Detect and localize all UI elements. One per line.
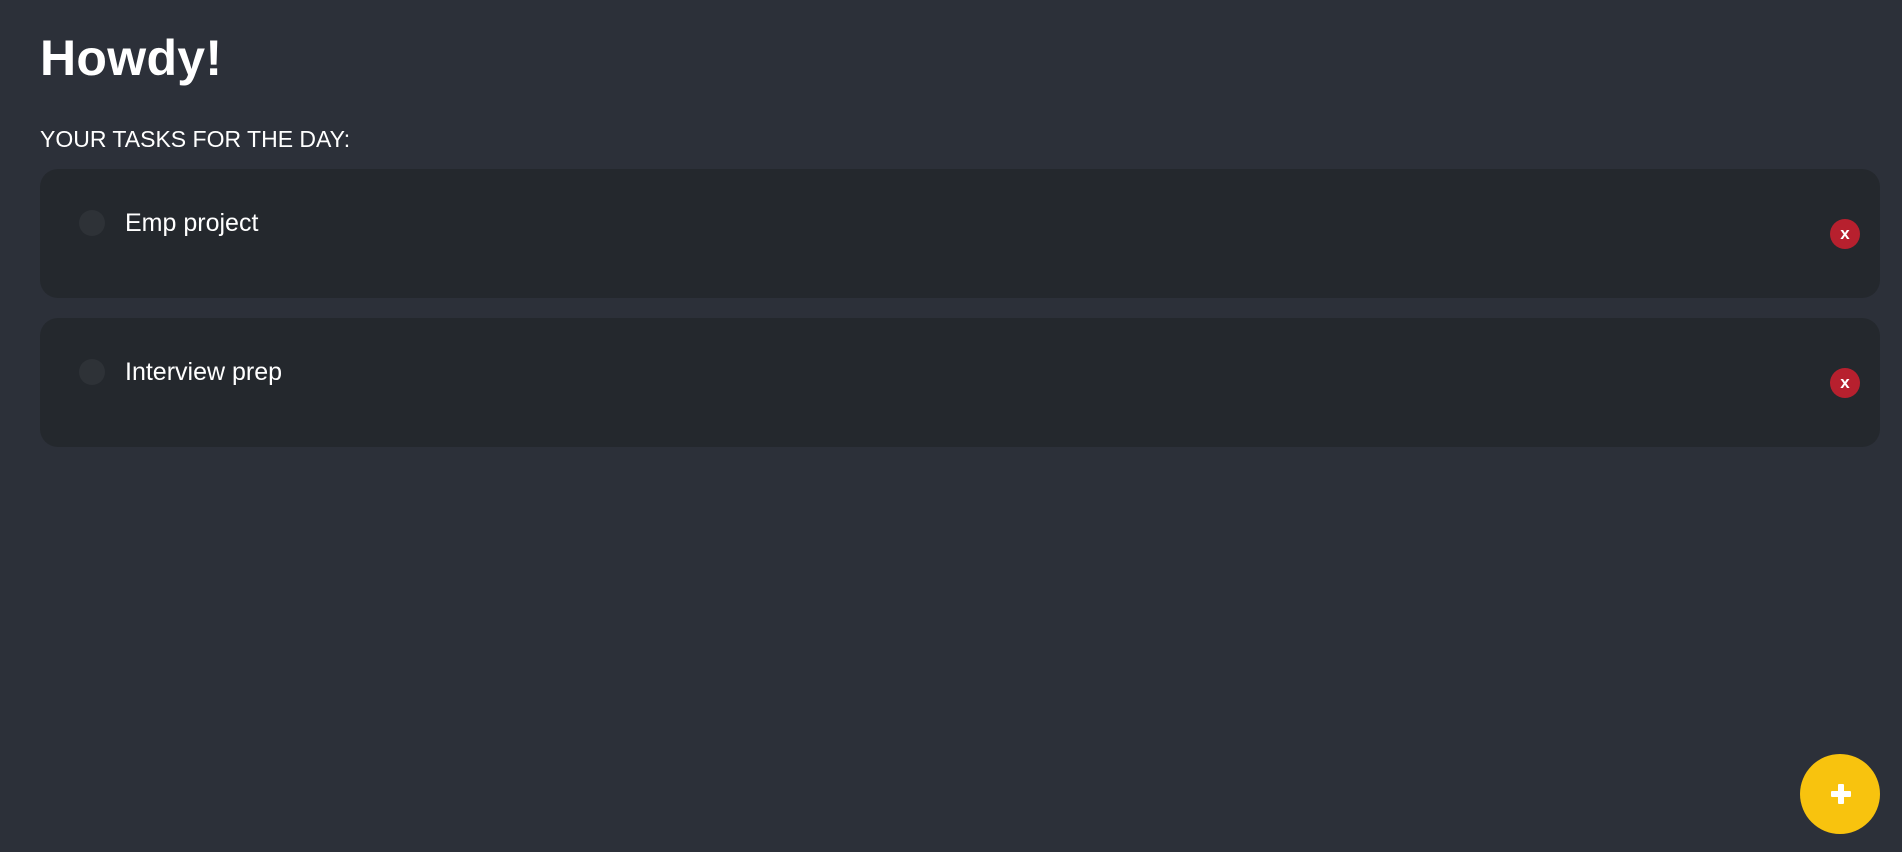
tasks-section-title: YOUR TASKS FOR THE DAY: [40,126,351,152]
task-card: Emp project x [40,169,1880,298]
task-checkbox[interactable] [79,210,105,236]
page: Howdy! YOUR TASKS FOR THE DAY: Emp proje… [0,0,1902,852]
greeting-heading: Howdy! [40,30,223,86]
task-label: Emp project [125,209,259,237]
delete-task-button[interactable]: x [1830,219,1860,249]
task-list: Emp project x Interview prep x [40,169,1880,447]
task-card: Interview prep x [40,318,1880,447]
add-task-button[interactable] [1800,754,1880,834]
task-checkbox[interactable] [79,359,105,385]
plus-icon [1831,784,1851,804]
delete-task-button[interactable]: x [1830,368,1860,398]
task-label: Interview prep [125,358,283,386]
